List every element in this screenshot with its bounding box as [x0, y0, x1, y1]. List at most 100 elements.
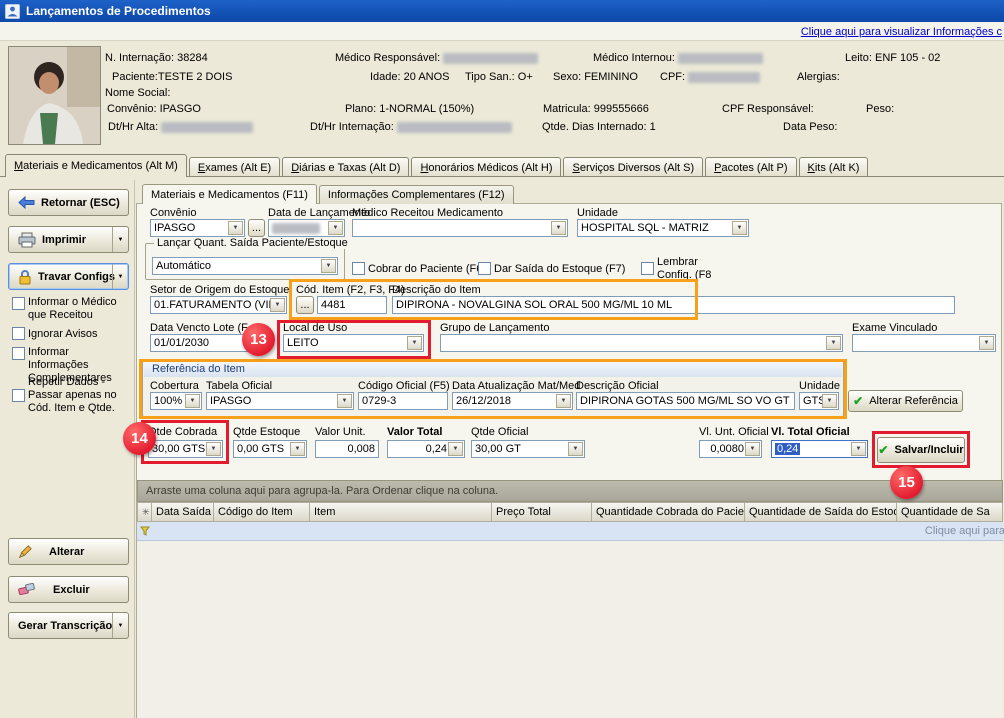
imprimir-dropdown-arrow[interactable]: ▼ [112, 227, 128, 252]
qtde-estoque-select[interactable]: 0,00 GTS▼ [233, 440, 307, 458]
unidade-select[interactable]: HOSPITAL SQL - MATRIZ▼ [577, 219, 749, 237]
qtde-oficial-select[interactable]: 30,00 GT▼ [471, 440, 585, 458]
valor-total-select[interactable]: 0,24▼ [387, 440, 465, 458]
descricao-oficial-input[interactable]: DIPIRONA GOTAS 500 MG/ML SO VO GT [576, 392, 795, 410]
visualizar-informacoes-link[interactable]: Clique aqui para visualizar Informações … [801, 26, 1002, 38]
dar-saida-label[interactable]: Dar Saída do Estoque (F7) [494, 263, 625, 276]
repetir-dados-checkbox[interactable] [12, 389, 25, 402]
travar-configs-button[interactable]: Travar Configs ▼ [8, 263, 129, 290]
field-matricula: Matricula: 999555666 [543, 103, 649, 115]
field-tipo-sanguineo: Tipo San.: O+ [465, 71, 533, 83]
column-header-qtd-cobrada[interactable]: Quantidade Cobrada do Paciente [592, 502, 745, 522]
annotation-badge-14: 14 [123, 422, 156, 455]
column-header-codigo-item[interactable]: Código do Item [214, 502, 310, 522]
repetir-dados-label[interactable]: Repetir Dados - Passar apenas no Cód. It… [28, 376, 132, 415]
column-header-preco-total[interactable]: Preço Total [492, 502, 592, 522]
informar-info-checkbox[interactable] [12, 347, 25, 360]
ignorar-avisos-checkbox[interactable] [12, 327, 25, 340]
convenio-select[interactable]: IPASGO▼ [150, 219, 245, 237]
field-medico-internou: Médico Internou: [593, 52, 763, 64]
check-icon: ✔ [878, 443, 888, 457]
convenio-browse-button[interactable]: ... [248, 219, 265, 237]
cod-item-input[interactable]: 4481 [317, 296, 387, 314]
field-qtde-dias-internado: Qtde. Dias Internado: 1 [542, 121, 656, 133]
qtde-cobrada-select[interactable]: 30,00 GTS▼ [148, 440, 223, 458]
window-titlebar[interactable]: Lançamentos de Procedimentos [0, 0, 1004, 22]
field-dthr-internacao: Dt/Hr Internação: [310, 121, 512, 133]
tab-materiais-f11[interactable]: Materiais e Medicamentos (F11) [142, 184, 317, 204]
lembrar-config-label[interactable]: Lembrar Config. (F8 [657, 256, 727, 282]
cod-item-label: Cód. Item (F2, F3, F4) [296, 284, 405, 296]
exame-vinculado-select[interactable]: ▼ [852, 334, 996, 352]
codigo-oficial-label: Código Oficial (F5) [358, 380, 450, 392]
data-atualizacao-select[interactable]: 26/12/2018▼ [452, 392, 573, 410]
column-header-item[interactable]: Item [310, 502, 492, 522]
informar-medico-label[interactable]: Informar o Médico que Receitou [28, 296, 128, 322]
convenio-label: Convênio [150, 207, 196, 219]
tab-materiais-medicamentos[interactable]: Materiais e Medicamentos (Alt M) [5, 154, 187, 177]
setor-origem-select[interactable]: 01.FATURAMENTO (VIRT▼ [150, 296, 287, 314]
valor-unit-label: Valor Unit. [315, 426, 366, 438]
cod-item-browse-button[interactable]: ... [296, 296, 314, 314]
alterar-referencia-button[interactable]: ✔ Alterar Referência [848, 390, 963, 412]
grid-filter-row[interactable]: Clique aqui para [137, 522, 1003, 541]
vl-total-oficial-select[interactable]: 0,24▼ [771, 440, 868, 458]
lancar-modo-select[interactable]: Automático▼ [152, 257, 338, 275]
vl-unt-oficial-select[interactable]: 0,0080▼ [699, 440, 762, 458]
tab-kits[interactable]: Kits (Alt K) [799, 157, 869, 177]
imprimir-button[interactable]: Imprimir ▼ [8, 226, 129, 253]
redacted-value [161, 122, 253, 133]
column-header-data-saida[interactable]: Data Saída [152, 502, 214, 522]
chevron-down-icon: ▼ [185, 394, 200, 408]
tab-diarias-taxas[interactable]: Diárias e Taxas (Alt D) [282, 157, 409, 177]
local-uso-select[interactable]: LEITO▼ [283, 334, 424, 352]
patient-photo [8, 46, 101, 145]
qtde-estoque-label: Qtde Estoque [233, 426, 300, 438]
qtde-oficial-label: Qtde Oficial [471, 426, 528, 438]
main-tabstrip: Materiais e Medicamentos (Alt M) Exames … [5, 153, 870, 177]
salvar-incluir-button[interactable]: ✔ Salvar/Incluir [877, 437, 965, 463]
grid-header: ✳ Data Saída Código do Item Item Preço T… [137, 502, 1003, 522]
cobertura-label: Cobertura [150, 380, 199, 392]
column-header-qtd-sa[interactable]: Quantidade de Sa [897, 502, 1003, 522]
alterar-button[interactable]: Alterar [8, 538, 129, 565]
field-nome-social: Nome Social: [105, 87, 170, 99]
local-uso-label: Local de Uso [283, 322, 347, 334]
grid-body[interactable] [137, 541, 1003, 718]
excluir-button[interactable]: Excluir [8, 576, 129, 603]
exame-vinculado-label: Exame Vinculado [852, 322, 937, 334]
qtde-cobrada-label: Qtde Cobrada [148, 426, 217, 438]
descricao-item-input[interactable]: DIPIRONA - NOVALGINA SOL ORAL 500 MG/ML … [392, 296, 955, 314]
groupby-bar[interactable]: Arraste uma coluna aqui para agrupa-la. … [137, 480, 1003, 502]
dar-saida-checkbox[interactable] [478, 262, 491, 275]
tab-informacoes-f12[interactable]: Informações Complementares (F12) [319, 185, 514, 204]
cobertura-select[interactable]: 100%▼ [150, 392, 202, 410]
annotation-badge-15: 15 [890, 466, 923, 499]
tab-pacotes[interactable]: Pacotes (Alt P) [705, 157, 796, 177]
data-lancamento-select[interactable]: ▼ [268, 219, 345, 237]
grupo-lancamento-select[interactable]: ▼ [440, 334, 843, 352]
cobrar-paciente-checkbox[interactable] [352, 262, 365, 275]
codigo-oficial-input[interactable]: 0729-3 [358, 392, 448, 410]
medico-receitou-select[interactable]: ▼ [352, 219, 568, 237]
check-icon: ✔ [853, 394, 863, 408]
tab-exames[interactable]: Exames (Alt E) [189, 157, 280, 177]
unidade-oficial-select[interactable]: GTS▼ [799, 392, 839, 410]
ignorar-avisos-label[interactable]: Ignorar Avisos [28, 328, 128, 341]
column-header-qtd-saida-estoque[interactable]: Quantidade de Saída do Estoque [745, 502, 897, 522]
chevron-down-icon: ▼ [206, 442, 221, 456]
informar-medico-checkbox[interactable] [12, 297, 25, 310]
gerar-transcricao-button[interactable]: Gerar Transcrição ▼ [8, 612, 129, 639]
tab-honorarios-medicos[interactable]: Honorários Médicos (Alt H) [411, 157, 561, 177]
travar-configs-dropdown-arrow[interactable]: ▼ [112, 264, 128, 289]
tabela-oficial-select[interactable]: IPASGO▼ [206, 392, 354, 410]
tab-servicos-diversos[interactable]: Serviços Diversos (Alt S) [563, 157, 703, 177]
lembrar-config-checkbox[interactable] [641, 262, 654, 275]
descricao-item-label: Descrição do Item [392, 284, 481, 296]
grid-corner-cell[interactable]: ✳ [137, 502, 152, 522]
chevron-down-icon: ▼ [979, 336, 994, 350]
cobrar-paciente-label[interactable]: Cobrar do Paciente (F6) [368, 263, 486, 276]
valor-unit-input[interactable]: 0,008 [315, 440, 379, 458]
retornar-button[interactable]: Retornar (ESC) [8, 189, 129, 216]
gerar-transcricao-dropdown-arrow[interactable]: ▼ [112, 613, 128, 638]
